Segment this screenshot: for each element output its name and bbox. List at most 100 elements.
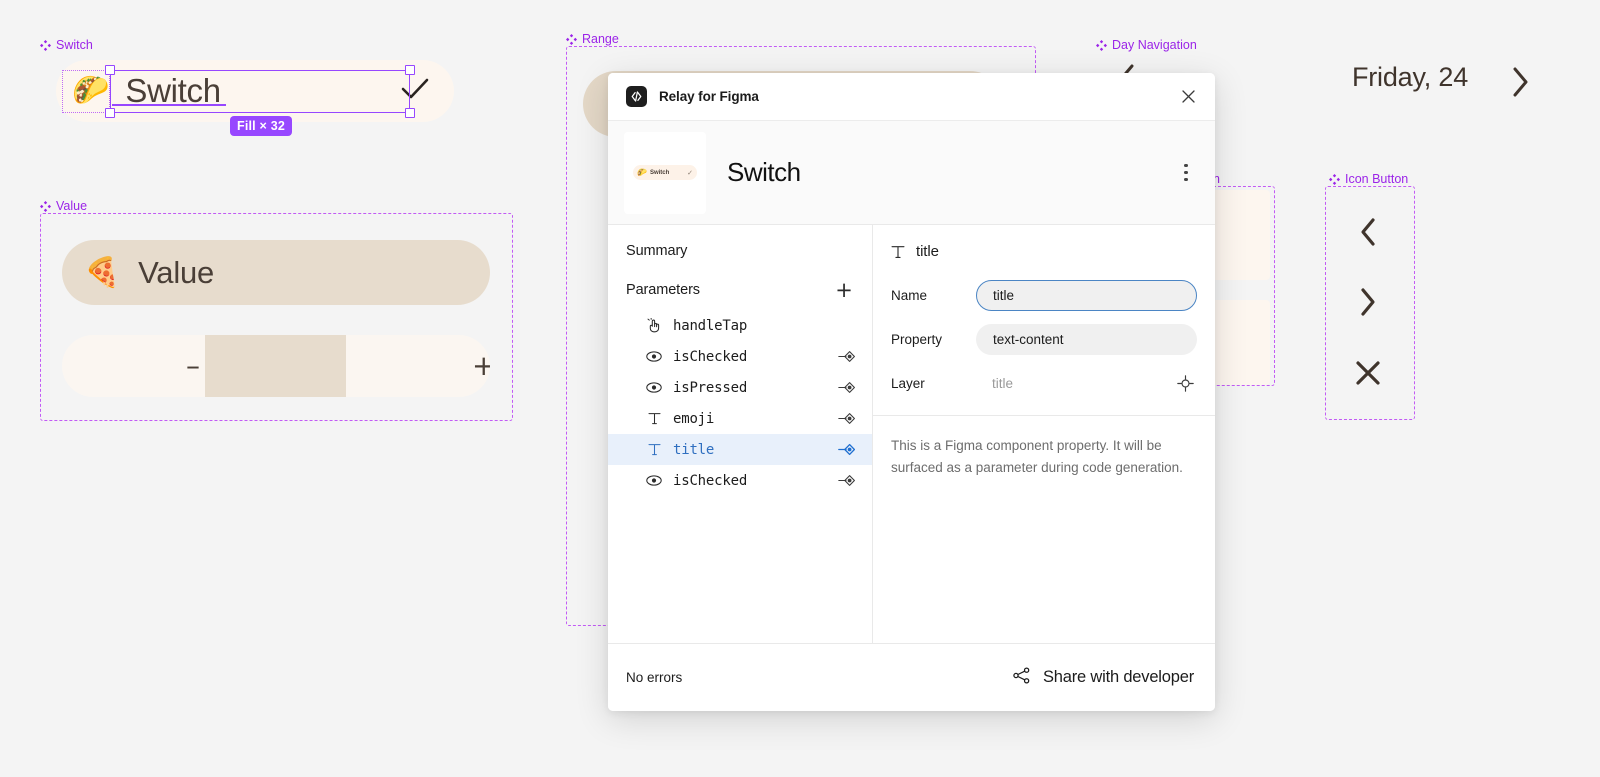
dialog-titlebar: Relay for Figma [608, 73, 1215, 121]
component-diamond-icon [1096, 39, 1107, 51]
component-diamond-icon [1329, 173, 1340, 185]
emoji-layer-outline [62, 70, 110, 113]
value-title-text: Value [138, 254, 215, 290]
selection-handle-tr[interactable] [405, 65, 415, 75]
component-name: Switch [727, 157, 801, 187]
param-name: title [673, 441, 715, 458]
param-row-isChecked-1[interactable]: isChecked [608, 341, 872, 372]
icon-button-chevron-right[interactable] [1346, 280, 1390, 324]
occluded-component-a [1208, 190, 1270, 280]
property-link-icon[interactable] [836, 350, 856, 363]
eye-icon [644, 382, 664, 393]
text-type-icon [891, 245, 905, 259]
component-diamond-icon [566, 33, 577, 45]
param-name: emoji [673, 410, 715, 427]
frame-label-text: Day Navigation [1112, 38, 1197, 52]
field-label: Layer [891, 376, 925, 391]
tap-gesture-icon [644, 318, 664, 333]
text-baseline-indicator [112, 104, 226, 106]
parameters-header-row: Parameters + [608, 278, 872, 302]
parameters-heading: Parameters [626, 282, 700, 298]
frame-label-value[interactable]: Value [40, 199, 87, 213]
param-name: isChecked [673, 348, 748, 365]
close-icon[interactable] [1175, 84, 1201, 110]
property-fields: Name title Property text-content Layer t… [873, 260, 1215, 415]
param-row-isPressed[interactable]: isPressed [608, 372, 872, 403]
param-row-handleTap[interactable]: handleTap [608, 310, 872, 341]
component-diamond-icon [40, 39, 51, 51]
param-name: handleTap [673, 317, 748, 334]
component-thumbnail: 🌮 Switch ✓ [624, 131, 706, 214]
property-detail-panel: title Name title Property text-content L… [873, 225, 1215, 643]
layer-value: title [992, 376, 1014, 391]
share-with-developer-button[interactable]: Share with developer [1012, 666, 1194, 690]
plus-icon[interactable]: + [832, 278, 856, 302]
frame-label-text: Value [56, 199, 88, 213]
field-row-name: Name title [891, 280, 1197, 311]
crosshair-icon[interactable] [1173, 375, 1197, 392]
dialog-footer: No errors Share with developer [608, 643, 1215, 711]
property-link-icon[interactable] [836, 412, 856, 425]
param-name: isPressed [673, 379, 748, 396]
eye-icon [644, 351, 664, 362]
kebab-menu-icon[interactable] [1173, 158, 1199, 188]
thumbnail-label: Switch [649, 169, 670, 176]
frame-label-text: Range [582, 32, 619, 46]
selection-handle-tl[interactable] [105, 65, 115, 75]
field-row-property: Property text-content [891, 324, 1197, 355]
relay-dialog: Relay for Figma 🌮 Switch ✓ Switch Summar… [608, 73, 1215, 711]
property-select[interactable]: text-content [976, 324, 1197, 355]
field-label: Property [891, 332, 943, 347]
param-row-emoji[interactable]: emoji [608, 403, 872, 434]
decrement-button[interactable]: – [186, 352, 200, 380]
fill-count-badge: Fill × 32 [230, 116, 293, 136]
frame-label-day-navigation[interactable]: Day Navigation [1096, 38, 1197, 52]
component-diamond-icon [40, 200, 51, 212]
text-type-icon [644, 412, 664, 425]
day-nav-next-button[interactable] [1505, 65, 1535, 104]
frame-label-switch[interactable]: Switch [40, 38, 93, 52]
field-label: Name [891, 288, 928, 303]
parameters-panel: Summary Parameters + handleTap isChecked… [608, 225, 873, 643]
property-link-icon[interactable] [836, 474, 856, 487]
dialog-component-header: 🌮 Switch ✓ Switch [608, 121, 1215, 225]
icon-button-chevron-left[interactable] [1346, 210, 1390, 254]
occluded-component-b [1208, 300, 1270, 385]
pizza-emoji: 🍕 [84, 255, 121, 289]
selection-handle-br[interactable] [405, 108, 415, 118]
error-status-text: No errors [626, 670, 683, 685]
selection-bounds[interactable] [110, 70, 410, 113]
dialog-title: Relay for Figma [659, 89, 759, 104]
property-description: This is a Figma component property. It w… [873, 415, 1215, 479]
frame-label-text: Icon Button [1345, 172, 1409, 186]
param-row-isChecked-2[interactable]: isChecked [608, 465, 872, 496]
property-link-icon[interactable] [836, 381, 856, 394]
param-row-title[interactable]: title [608, 434, 872, 465]
param-name: isChecked [673, 472, 748, 489]
frame-label-text: Switch [56, 38, 93, 52]
thumbnail-switch-preview: 🌮 Switch ✓ [633, 165, 697, 180]
property-link-icon[interactable] [836, 443, 856, 456]
text-type-icon [644, 443, 664, 456]
icon-button-close-x[interactable] [1346, 351, 1390, 395]
increment-button[interactable]: + [472, 352, 490, 380]
property-header: title [873, 225, 1215, 260]
name-input[interactable]: title [976, 280, 1197, 311]
check-icon: ✓ [687, 169, 693, 177]
value-stepper[interactable]: – + [62, 335, 490, 397]
selection-handle-bl[interactable] [105, 108, 115, 118]
share-label: Share with developer [1042, 668, 1194, 686]
dialog-body: Summary Parameters + handleTap isChecked… [608, 225, 1215, 643]
share-icon [1012, 666, 1031, 690]
figma-canvas: Switch 🌮 Switch Fill × 32 Value 🍕 Value … [0, 0, 1600, 777]
code-brackets-icon [626, 86, 647, 107]
taco-emoji: 🌮 [637, 167, 647, 177]
field-row-layer: Layer title [891, 368, 1197, 399]
eye-icon [644, 475, 664, 486]
value-pill[interactable]: 🍕 Value [62, 240, 490, 305]
property-name: title [916, 243, 939, 260]
stepper-fill-bar [205, 335, 346, 397]
frame-label-icon-button[interactable]: Icon Button [1329, 172, 1408, 186]
frame-label-range[interactable]: Range [566, 32, 619, 46]
summary-heading[interactable]: Summary [608, 243, 872, 259]
